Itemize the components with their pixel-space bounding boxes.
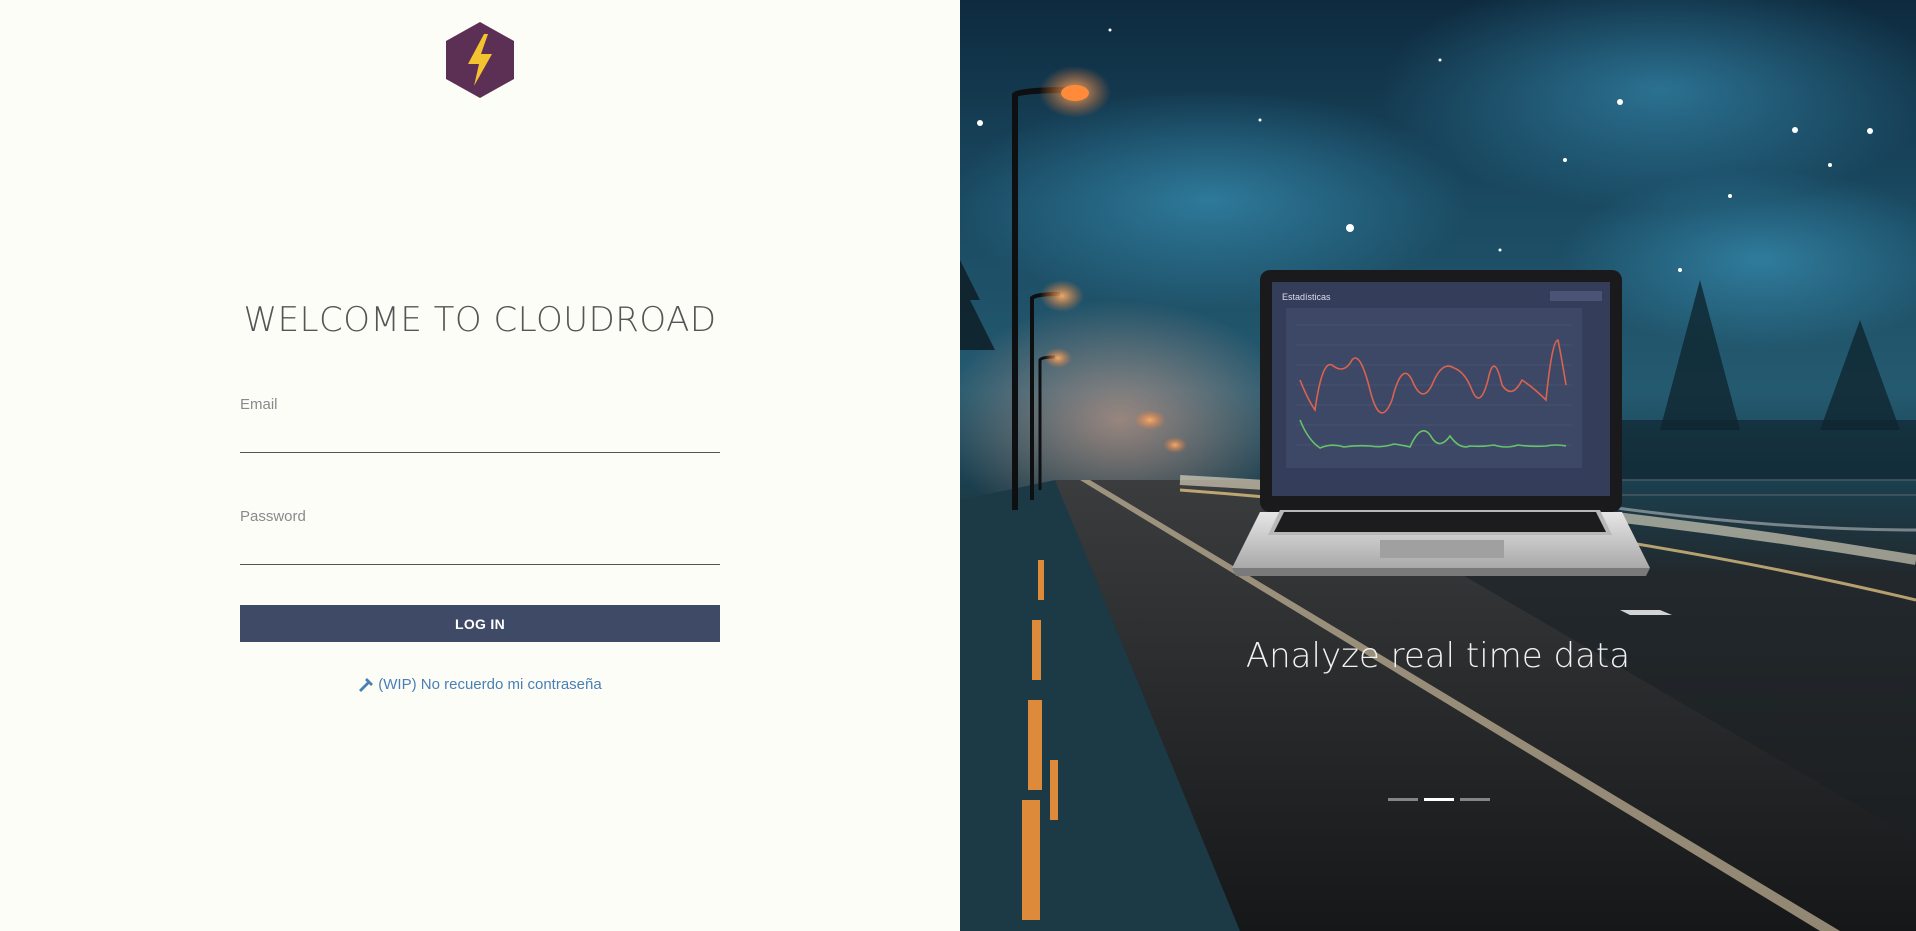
login-panel: WELCOME TO CLOUDROAD Email Password LOG … [0, 0, 960, 931]
login-page: WELCOME TO CLOUDROAD Email Password LOG … [0, 0, 1916, 931]
carousel-background-image: Estadísticas [960, 0, 1916, 931]
page-title: WELCOME TO CLOUDROAD [243, 300, 717, 340]
slide-caption: Analyze real time data [1245, 636, 1631, 676]
password-label: Password [240, 508, 306, 525]
laptop-screen-title: Estadísticas [1282, 292, 1331, 302]
carousel-indicator-2[interactable] [1424, 798, 1454, 801]
carousel-indicator-1[interactable] [1388, 798, 1418, 801]
password-input[interactable] [240, 533, 720, 565]
laptop-mockup: Estadísticas [1232, 270, 1650, 576]
forgot-password-label: (WIP) No recuerdo mi contraseña [378, 676, 602, 693]
email-label: Email [240, 396, 278, 413]
carousel-indicators [1388, 798, 1490, 801]
email-input[interactable] [240, 421, 720, 453]
carousel-indicator-3[interactable] [1460, 798, 1490, 801]
app-logo [446, 22, 514, 98]
password-field-group: Password [240, 508, 720, 565]
hammer-icon [359, 677, 374, 692]
feature-carousel: Estadísticas Analyze real time data [960, 0, 1916, 931]
forgot-password-link[interactable]: (WIP) No recuerdo mi contraseña [0, 676, 960, 693]
login-button[interactable]: LOG IN [240, 605, 720, 642]
email-field-group: Email [240, 396, 720, 453]
